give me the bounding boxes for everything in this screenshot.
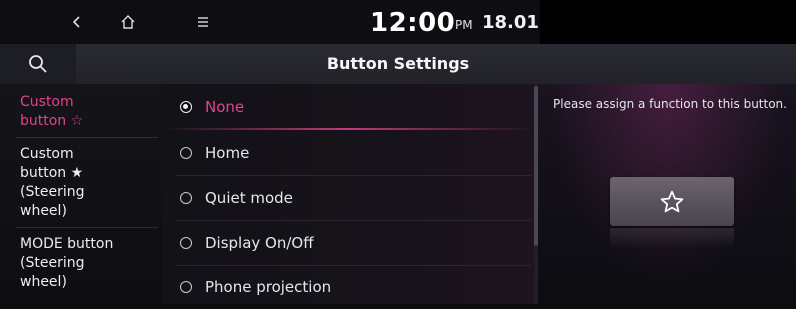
left-menu-item-line: wheel): [20, 203, 67, 219]
clock-time: 12:00: [370, 8, 456, 38]
home-icon: [121, 15, 135, 29]
left-menu-item-line: (Steering: [20, 184, 85, 200]
tile-reflection: [610, 228, 734, 248]
left-menu-item-mode-button[interactable]: MODE button (Steering wheel): [20, 235, 113, 292]
radio[interactable]: [180, 280, 192, 293]
left-menu-item-line: MODE button: [20, 236, 114, 252]
left-menu-item-line: button ☆: [20, 113, 84, 129]
left-menu-item-line: (Steering: [20, 255, 85, 271]
option-home[interactable]: Home: [162, 130, 532, 175]
custom-button-tile: [610, 177, 734, 226]
star-outline-icon: [660, 190, 684, 212]
left-menu-divider: [16, 227, 158, 228]
menu-icon: [198, 17, 208, 27]
option-label: Home: [205, 143, 250, 162]
option-label: Quiet mode: [205, 188, 293, 207]
left-menu-item-custom-button-steering[interactable]: Custom button ★ (Steering wheel): [20, 145, 84, 221]
back-chevron-icon: [72, 16, 80, 28]
radio[interactable]: [180, 191, 192, 204]
radio[interactable]: [180, 146, 192, 159]
option-label: None: [205, 97, 245, 116]
option-label: Display On/Off: [205, 233, 314, 252]
home-button[interactable]: [113, 7, 143, 37]
back-button[interactable]: [62, 7, 92, 37]
clock-ampm: PM: [455, 18, 473, 32]
clock-date: 18.01: [482, 12, 539, 33]
assign-hint-text: Please assign a function to this button.: [553, 97, 787, 111]
left-menu-divider: [16, 137, 158, 138]
left-menu-item-line: button ★: [20, 165, 84, 181]
option-phone-projection[interactable]: Phone projection: [162, 264, 532, 309]
option-label: Phone projection: [205, 277, 332, 296]
option-none[interactable]: None: [162, 84, 532, 129]
radio[interactable]: [180, 236, 192, 249]
radio-selected[interactable]: [180, 100, 192, 113]
option-quiet-mode[interactable]: Quiet mode: [162, 175, 532, 220]
option-display-on-off[interactable]: Display On/Off: [162, 220, 532, 265]
left-menu-item-line: wheel): [20, 274, 67, 290]
page-title: Button Settings: [326, 54, 470, 73]
left-menu-item-line: Custom: [20, 146, 74, 162]
menu-button[interactable]: [188, 7, 218, 37]
left-menu-item-line: Custom: [20, 94, 74, 110]
left-menu-item-custom-button[interactable]: Custom button ☆: [20, 93, 83, 131]
status-bar-right: [540, 0, 796, 44]
